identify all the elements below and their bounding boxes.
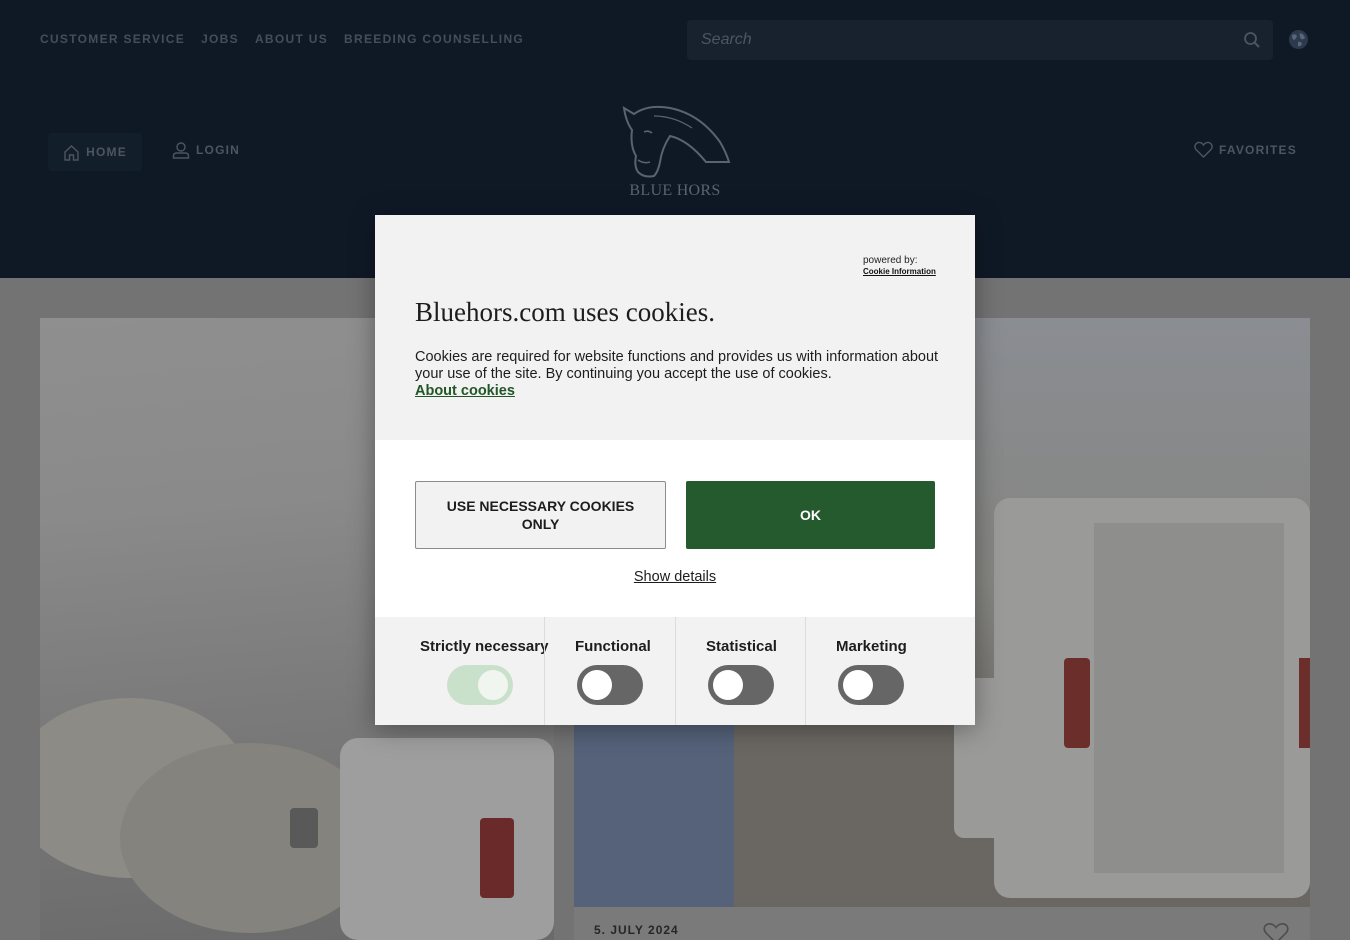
functional-toggle[interactable] <box>577 665 643 705</box>
login-label: LOGIN <box>196 143 240 157</box>
home-button[interactable]: HOME <box>48 133 142 171</box>
favorites-label: FAVORITES <box>1219 142 1297 157</box>
category-strictly-necessary: Strictly necessary <box>375 617 548 725</box>
category-label: Statistical <box>706 638 777 655</box>
home-label: HOME <box>86 145 127 159</box>
powered-by-label: powered by: <box>863 255 918 266</box>
login-button[interactable]: LOGIN <box>172 141 240 159</box>
cookie-categories: Strictly necessary Functional Statistica… <box>375 617 975 725</box>
top-nav-customer-service[interactable]: CUSTOMER SERVICE <box>40 32 185 46</box>
strictly-necessary-toggle <box>447 665 513 705</box>
powered-by: powered by: Cookie Information <box>863 255 943 277</box>
show-details-link[interactable]: Show details <box>375 569 975 585</box>
home-icon <box>64 144 79 161</box>
use-necessary-cookies-button[interactable]: USE NECESSARY COOKIES ONLY <box>415 481 666 549</box>
cookie-dialog-text: Cookies are required for website functio… <box>415 349 939 382</box>
blue-hors-logo[interactable]: BLUE HORS <box>614 102 736 202</box>
top-nav-about-us[interactable]: ABOUT US <box>255 32 328 46</box>
top-nav-jobs[interactable]: JOBS <box>201 32 239 46</box>
news-card-date: 5. JULY 2024 <box>594 923 679 937</box>
search-icon[interactable] <box>1243 31 1261 49</box>
category-label: Functional <box>575 638 651 655</box>
top-nav-breeding-counselling[interactable]: BREEDING COUNSELLING <box>344 32 524 46</box>
cookie-consent-dialog: powered by: Cookie Information Bluehors.… <box>375 215 975 725</box>
top-nav: CUSTOMER SERVICE JOBS ABOUT US BREEDING … <box>40 32 524 46</box>
horse-head-logo-icon <box>622 105 731 178</box>
category-label: Marketing <box>836 638 907 655</box>
statistical-toggle[interactable] <box>708 665 774 705</box>
cookie-dialog-header: powered by: Cookie Information Bluehors.… <box>375 215 975 440</box>
accept-cookies-ok-button[interactable]: OK <box>686 481 935 549</box>
search-input[interactable] <box>687 20 1227 60</box>
about-cookies-link[interactable]: About cookies <box>415 383 515 399</box>
category-statistical: Statistical <box>675 617 805 725</box>
marketing-toggle[interactable] <box>838 665 904 705</box>
favorites-button[interactable]: FAVORITES <box>1194 141 1297 158</box>
logo-text: BLUE HORS <box>629 182 721 199</box>
category-label: Strictly necessary <box>420 638 549 655</box>
category-functional: Functional <box>544 617 675 725</box>
heart-icon <box>1194 141 1213 158</box>
category-marketing: Marketing <box>805 617 975 725</box>
cookie-dialog-title: Bluehors.com uses cookies. <box>415 297 715 327</box>
globe-icon[interactable] <box>1288 29 1309 50</box>
user-icon <box>172 142 190 159</box>
cookie-information-link[interactable]: Cookie Information <box>863 267 943 277</box>
favorite-heart-icon[interactable] <box>1263 922 1289 940</box>
search-bar <box>687 20 1273 60</box>
news-card-footer: 5. JULY 2024 <box>574 907 1310 940</box>
